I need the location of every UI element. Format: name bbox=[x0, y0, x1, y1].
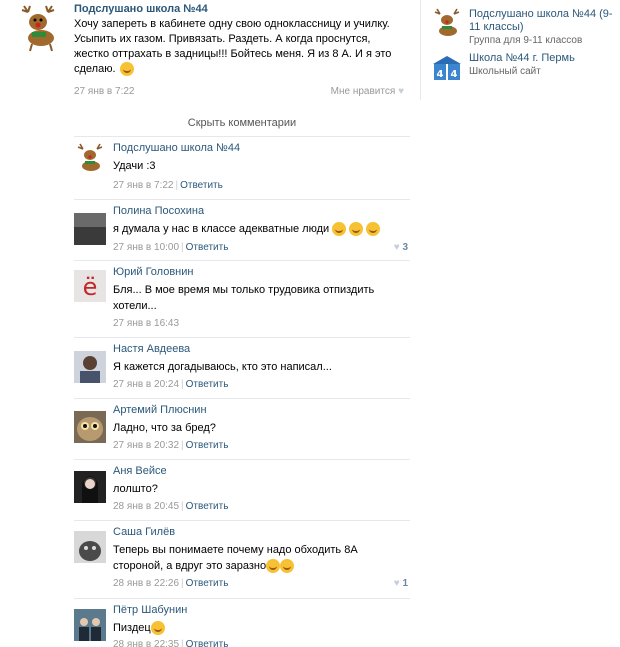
comment-meta: 28 янв в 22:26 | Ответить bbox=[113, 578, 229, 589]
svg-text:ё: ё bbox=[83, 273, 98, 301]
comment-like-button[interactable]: ♥ 3 bbox=[394, 242, 408, 253]
wink-emoji-icon bbox=[119, 62, 134, 77]
comment-author[interactable]: Саша Гилёв bbox=[113, 525, 408, 539]
group-name[interactable]: Подслушано школа №44 (9-11 классы) bbox=[469, 8, 619, 34]
comment-meta: 27 янв в 16:43 bbox=[113, 318, 179, 330]
group-avatar[interactable] bbox=[14, 4, 64, 54]
comment: Настя Авдеева Я кажется догадываюсь, кто… bbox=[74, 338, 410, 399]
commenter-avatar[interactable] bbox=[74, 213, 106, 245]
comment-author[interactable]: Настя Авдеева bbox=[113, 342, 408, 356]
group-subtitle: Школьный сайт bbox=[469, 66, 541, 77]
reply-link[interactable]: Ответить bbox=[180, 180, 223, 191]
heart-icon: ♥ bbox=[393, 578, 400, 589]
comment-date[interactable]: 28 янв в 22:26 bbox=[113, 578, 179, 589]
comment: Пётр Шабунин Пиздец 28 янв в 22:35 | Ответ… bbox=[74, 599, 410, 647]
comment-author[interactable]: Аня Вейсе bbox=[113, 464, 408, 478]
related-groups: Подслушано школа №44 (9-11 классы) Групп… bbox=[420, 0, 620, 100]
laughing-emoji-icon bbox=[332, 222, 347, 237]
comment-date[interactable]: 28 янв в 20:45 bbox=[113, 501, 179, 512]
comment-date[interactable]: 27 янв в 10:00 bbox=[113, 242, 179, 253]
comment-author[interactable]: Подслушано школа №44 bbox=[113, 141, 408, 155]
group-avatar-deer bbox=[431, 8, 463, 40]
like-label: Мне нравится bbox=[330, 86, 396, 97]
comment-meta: 28 янв в 22:35 | Ответить bbox=[113, 639, 228, 647]
comment-author[interactable]: Полина Посохина bbox=[113, 204, 408, 218]
group-subtitle: Группа для 9-11 классов bbox=[469, 35, 583, 46]
comment-date[interactable]: 27 янв в 20:24 bbox=[113, 379, 179, 390]
like-count: 1 bbox=[402, 578, 408, 589]
comment-text: я думала у нас в классе адекватные люди bbox=[113, 221, 408, 237]
comment: Аня Вейсе лолшто? 28 янв в 20:45 | Ответит… bbox=[74, 460, 410, 521]
comment: Подслушано школа №44 Удачи :3 27 янв в 7… bbox=[74, 137, 410, 200]
post-meta: 27 янв в 7:22 Мне нравится ♥ bbox=[74, 86, 404, 97]
reply-link[interactable]: Ответить bbox=[186, 242, 229, 253]
commenter-avatar[interactable] bbox=[74, 471, 106, 503]
comment: Полина Посохина я думала у нас в классе … bbox=[74, 200, 410, 261]
comment-date[interactable]: 27 янв в 7:22 bbox=[113, 180, 173, 191]
comment: ё Юрий Головнин Бля... В мое время мы то… bbox=[74, 261, 410, 338]
comment-text: Ладно, что за бред? bbox=[113, 422, 216, 434]
reply-link[interactable]: Ответить bbox=[186, 501, 229, 512]
comment-meta: 27 янв в 10:00 | Ответить bbox=[113, 242, 229, 253]
comment-meta: 27 янв в 7:22 | Ответить bbox=[113, 180, 223, 191]
group-name[interactable]: Школа №44 г. Пермь bbox=[469, 52, 619, 65]
reply-link[interactable]: Ответить bbox=[186, 440, 229, 451]
commenter-avatar[interactable]: ё bbox=[74, 270, 106, 302]
comment-text: Теперь вы понимаете почему надо обходить… bbox=[113, 542, 408, 574]
comment-date[interactable]: 28 янв в 22:35 bbox=[113, 639, 179, 647]
comment-text-body: Теперь вы понимаете почему надо обходить… bbox=[113, 544, 358, 572]
comment-text: лолшто? bbox=[113, 483, 158, 495]
comment-author[interactable]: Юрий Головнин bbox=[113, 265, 408, 279]
like-button[interactable]: Мне нравится ♥ bbox=[331, 86, 404, 97]
post-text: Хочу запереть в кабинете одну свою однок… bbox=[74, 17, 404, 77]
reply-link[interactable]: Ответить bbox=[186, 578, 229, 589]
comment-meta: 28 янв в 20:45 | Ответить bbox=[113, 501, 229, 512]
heart-icon: ♥ bbox=[398, 86, 404, 97]
comment-date[interactable]: 27 янв в 16:43 bbox=[113, 318, 179, 329]
comment-text: Я кажется догадываюсь, кто это написал..… bbox=[113, 361, 332, 373]
like-count: 3 bbox=[402, 242, 408, 253]
comment-text: Пиздец bbox=[113, 620, 408, 636]
post-date[interactable]: 27 янв в 7:22 bbox=[74, 86, 134, 97]
hide-comments-link[interactable]: Скрыть комментарии bbox=[74, 109, 410, 137]
comment-text: Бля... В мое время мы только трудовика о… bbox=[113, 284, 375, 312]
comment: Артемий Плюснин Ладно, что за бред? 27 я… bbox=[74, 399, 410, 460]
commenter-avatar[interactable] bbox=[74, 531, 106, 563]
comment: Саша Гилёв Теперь вы понимаете почему на… bbox=[74, 521, 410, 599]
tongue-out-emoji-icon bbox=[150, 621, 165, 636]
comment-text-body: Пиздец bbox=[113, 622, 151, 634]
commenter-avatar[interactable] bbox=[74, 609, 106, 641]
comment-date[interactable]: 27 янв в 20:32 bbox=[113, 440, 179, 451]
group-avatar-school: 4 4 bbox=[431, 52, 463, 84]
screaming-emoji-icon bbox=[266, 559, 281, 574]
comment-meta: 27 янв в 20:32 | Ответить bbox=[113, 440, 229, 451]
svg-text:4: 4 bbox=[451, 69, 458, 80]
commenter-avatar[interactable] bbox=[74, 143, 106, 175]
heart-icon: ♥ bbox=[393, 242, 400, 253]
laughing-emoji-icon bbox=[349, 222, 364, 237]
commenter-avatar[interactable] bbox=[74, 351, 106, 383]
comment-like-button[interactable]: ♥ 1 bbox=[394, 578, 408, 589]
screaming-emoji-icon bbox=[280, 559, 295, 574]
comment-author[interactable]: Пётр Шабунин bbox=[113, 603, 408, 617]
svg-text:4: 4 bbox=[437, 69, 444, 80]
comment-meta: 27 янв в 20:24 | Ответить bbox=[113, 379, 229, 390]
reply-link[interactable]: Ответить bbox=[186, 639, 229, 647]
reply-link[interactable]: Ответить bbox=[186, 379, 229, 390]
post-author-link[interactable]: Подслушано школа №44 bbox=[74, 2, 404, 16]
comment-author[interactable]: Артемий Плюснин bbox=[113, 403, 408, 417]
comment-text: Удачи :3 bbox=[113, 160, 156, 172]
laughing-emoji-icon bbox=[366, 222, 381, 237]
commenter-avatar[interactable] bbox=[74, 411, 106, 443]
comment-text-body: я думала у нас в классе адекватные люди bbox=[113, 223, 330, 235]
